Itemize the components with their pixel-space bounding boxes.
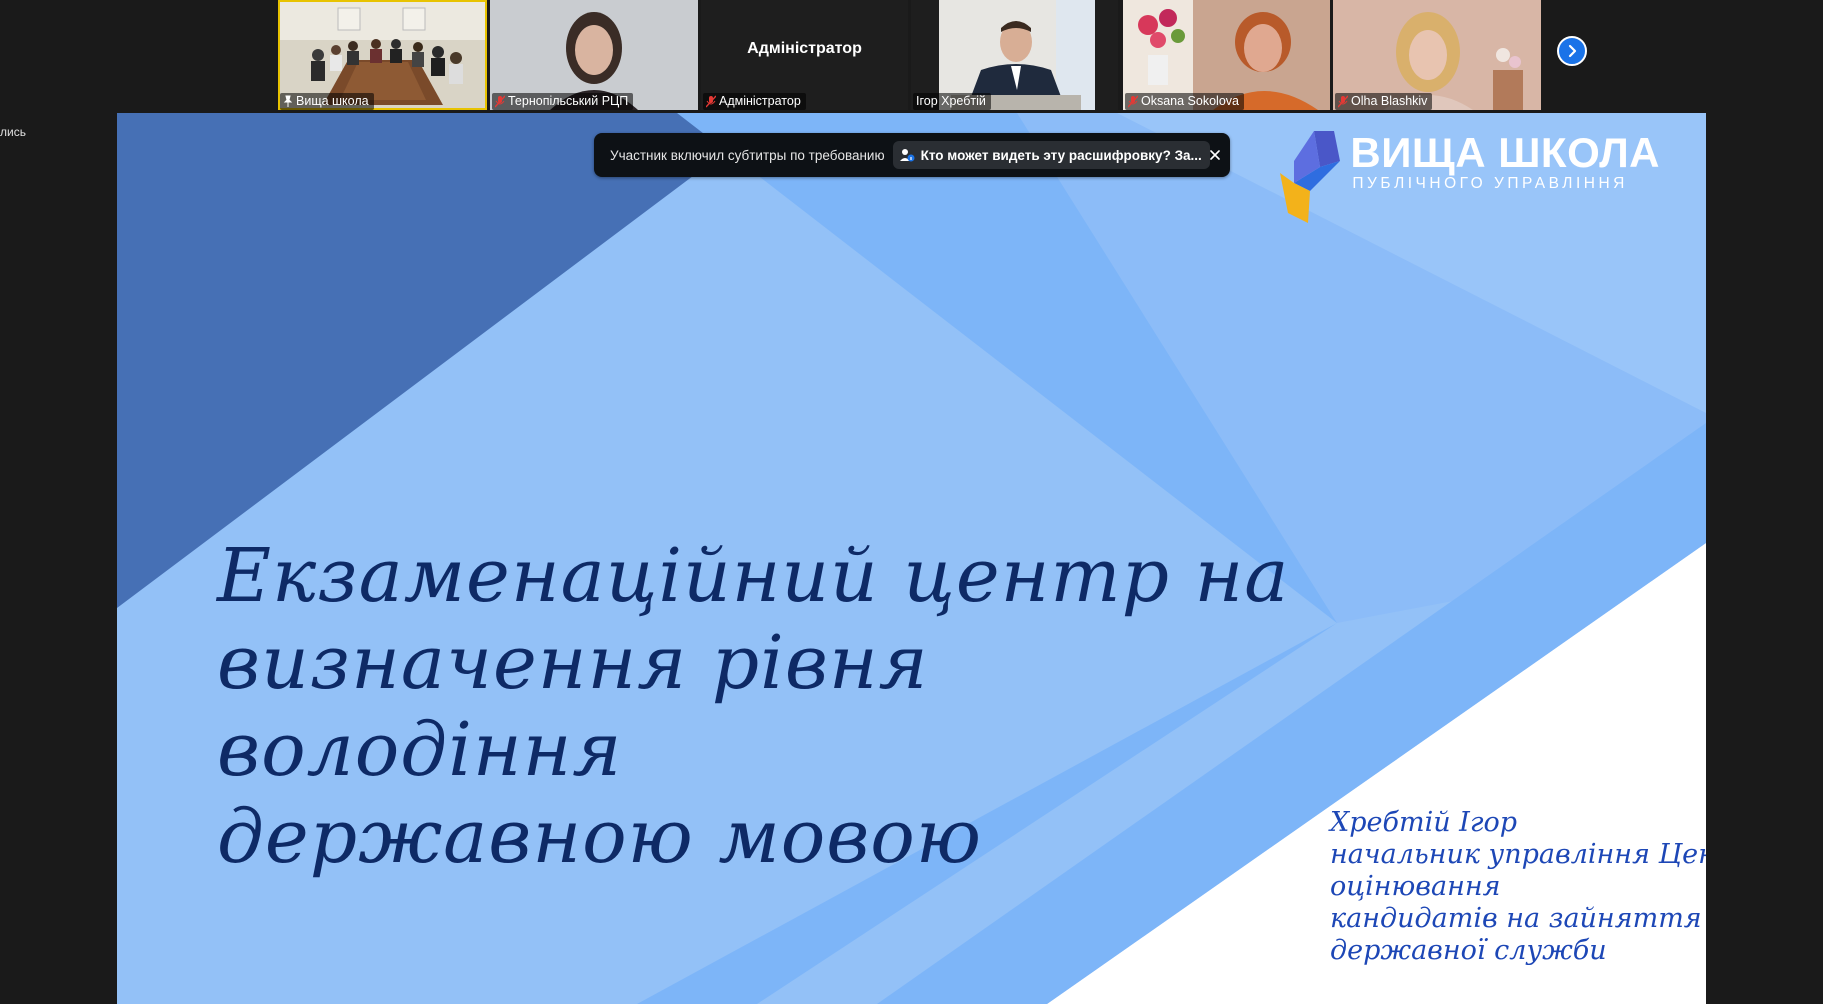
school-logo-icon: [1280, 131, 1341, 223]
slide-title-line: державною мовою: [217, 794, 983, 880]
captions-notification-banner: Участник включил субтитры по требованию …: [594, 133, 1230, 177]
presenter-position-line: державної служби: [1330, 935, 1607, 966]
presenter-position-line: кандидатів на зайняття п: [1330, 903, 1706, 934]
participant-name-label: Olha Blashkiv: [1335, 93, 1433, 110]
participant-tile-administrator[interactable]: Адміністратор Адміністратор: [701, 0, 908, 110]
shared-screen-slide: ВИЩА ШКОЛА ПУБЛІЧНОГО УПРАВЛІННЯ Екзамен…: [117, 113, 1706, 1004]
chevron-right-icon: [1568, 44, 1577, 58]
participant-video-strip: Вища школа Тернопільський РЦП Адміністра…: [278, 0, 1598, 112]
participant-tile-ihor-khrebtii[interactable]: Ігор Хребтій: [911, 0, 1118, 110]
participant-tile-olha-blashkiv[interactable]: Olha Blashkiv: [1333, 0, 1541, 110]
slide-title-line: Екзаменаційний центр на: [217, 533, 1290, 619]
logo-title: ВИЩА ШКОЛА: [1350, 129, 1660, 176]
mic-muted-icon: [1128, 95, 1138, 108]
next-participants-button[interactable]: [1557, 36, 1587, 66]
captions-notification-text: Участник включил субтитры по требованию: [610, 147, 885, 163]
close-icon: [1210, 150, 1220, 160]
presenter-info: Хребтій Ігор начальник управління Цент о…: [1330, 807, 1706, 967]
participant-tile-ternopil-rcp[interactable]: Тернопільський РЦП: [490, 0, 698, 110]
school-logo: ВИЩА ШКОЛА ПУБЛІЧНОГО УПРАВЛІННЯ: [1280, 131, 1660, 223]
mic-muted-icon: [495, 95, 505, 108]
mic-muted-icon: [706, 95, 716, 108]
pin-icon: [283, 95, 293, 108]
participant-avatar-name: Адміністратор: [747, 40, 862, 57]
zoom-meeting-window: лись Вища школа Тернопільський РЦП Адмін…: [0, 0, 1823, 1004]
slide-title-line: визначення рівня володіння: [217, 620, 929, 793]
presenter-position-line: начальник управління Цент: [1330, 839, 1706, 870]
participant-name-label: Ігор Хребтій: [913, 93, 991, 110]
participant-tile-vyshcha-shkola[interactable]: Вища школа: [278, 0, 487, 110]
participant-name-label: Тернопільський РЦП: [492, 93, 634, 110]
person-info-icon: [899, 149, 915, 162]
participant-tile-oksana-sokolova[interactable]: Oksana Sokolova: [1123, 0, 1330, 110]
presenter-name: Хребтій Ігор: [1330, 807, 1518, 838]
presenter-position-line: оцінювання: [1330, 871, 1501, 902]
close-notification-button[interactable]: [1210, 143, 1220, 167]
transcript-visibility-link[interactable]: Кто может видеть эту расшифровку? За...: [892, 141, 1210, 169]
mic-muted-icon: [1338, 95, 1348, 108]
participant-name-label: Oksana Sokolova: [1125, 93, 1244, 110]
side-panel-label: лись: [0, 125, 26, 139]
logo-subtitle: ПУБЛІЧНОГО УПРАВЛІННЯ: [1352, 175, 1628, 192]
transcript-visibility-text: Кто может видеть эту расшифровку? За...: [920, 147, 1202, 163]
slide-title: Екзаменаційний центр на визначення рівня…: [217, 533, 1317, 881]
participant-name-label: Адміністратор: [703, 93, 806, 110]
participant-name-label: Вища школа: [280, 93, 374, 110]
